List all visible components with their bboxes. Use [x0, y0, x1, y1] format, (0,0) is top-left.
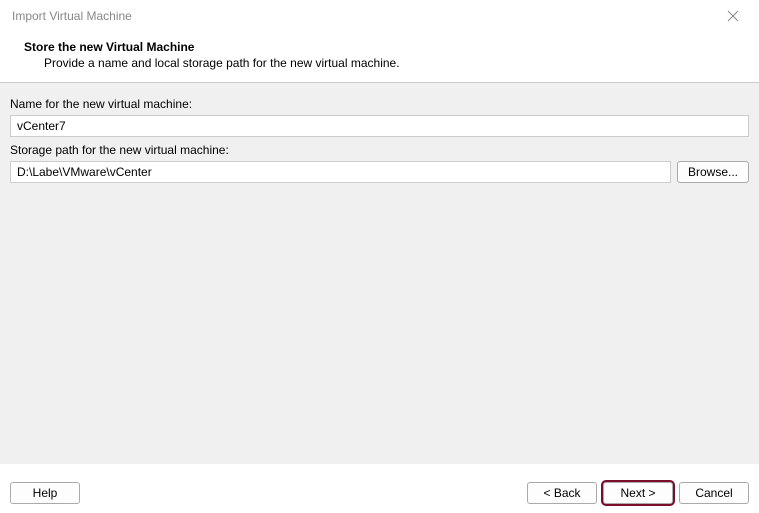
vm-name-row	[10, 115, 749, 137]
vm-name-label: Name for the new virtual machine:	[10, 97, 749, 111]
storage-path-label: Storage path for the new virtual machine…	[10, 143, 749, 157]
storage-path-input[interactable]	[10, 161, 671, 183]
cancel-button[interactable]: Cancel	[679, 482, 749, 504]
wizard-footer: Help < Back Next > Cancel	[0, 471, 759, 513]
help-button[interactable]: Help	[10, 482, 80, 504]
footer-right: < Back Next > Cancel	[527, 482, 749, 504]
wizard-header: Store the new Virtual Machine Provide a …	[0, 32, 759, 82]
content-area: Name for the new virtual machine: Storag…	[0, 83, 759, 464]
close-icon	[727, 10, 739, 22]
footer-left: Help	[10, 482, 80, 504]
page-subtitle: Provide a name and local storage path fo…	[24, 56, 735, 70]
vm-name-input[interactable]	[10, 115, 749, 137]
storage-path-row: Browse...	[10, 161, 749, 183]
back-button[interactable]: < Back	[527, 482, 597, 504]
next-button[interactable]: Next >	[603, 482, 673, 504]
titlebar: Import Virtual Machine	[0, 0, 759, 32]
close-button[interactable]	[719, 2, 747, 30]
browse-button[interactable]: Browse...	[677, 161, 749, 183]
window-title: Import Virtual Machine	[12, 9, 132, 23]
page-title: Store the new Virtual Machine	[24, 40, 735, 54]
